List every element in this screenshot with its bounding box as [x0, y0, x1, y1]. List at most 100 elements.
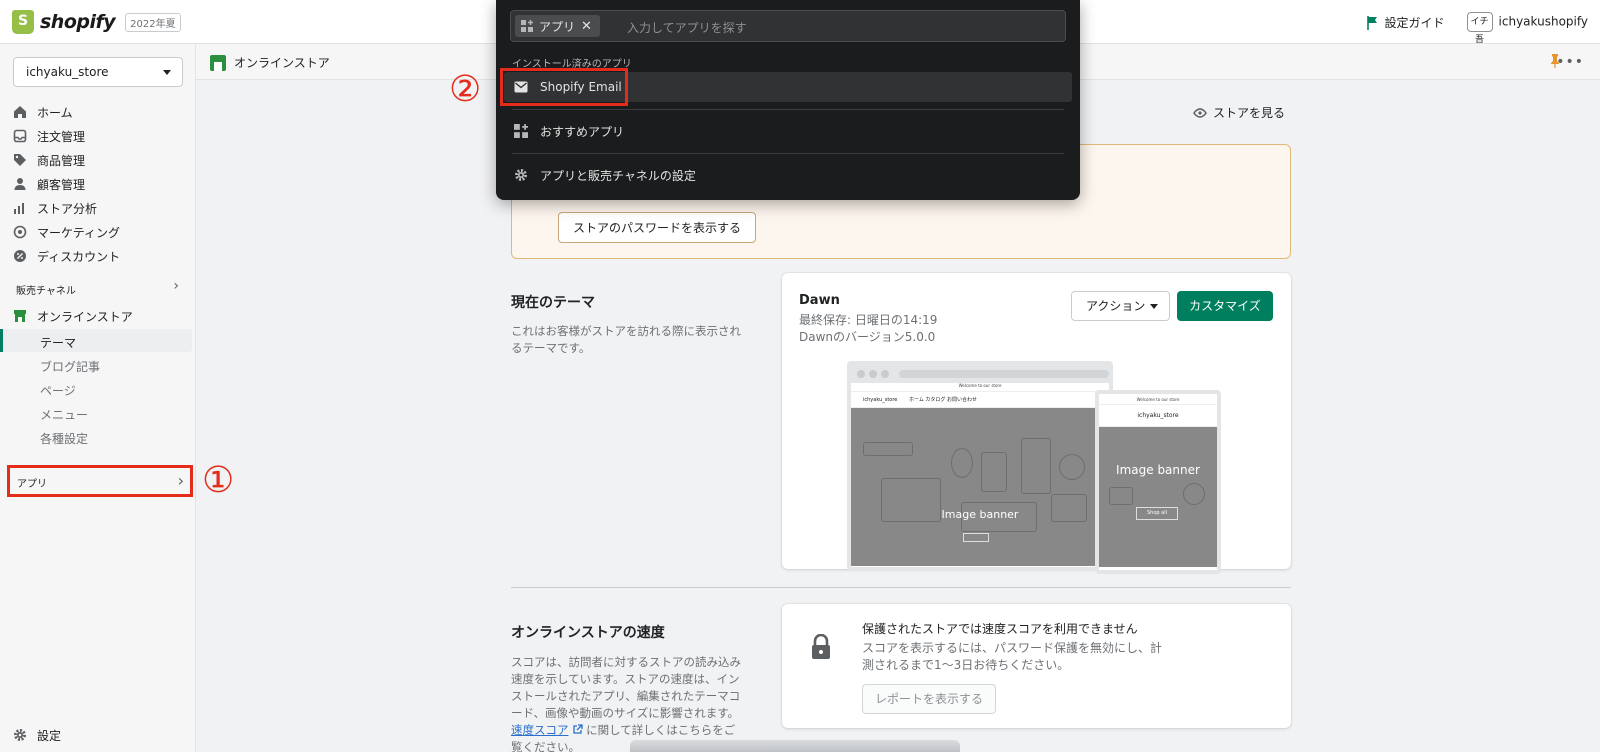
analytics-icon [14, 203, 24, 214]
nav-marketing[interactable]: マーケティング [13, 221, 120, 243]
setup-guide-label: 設定ガイド [1384, 15, 1445, 30]
shopify-logo[interactable]: shopify 2022年夏 [12, 10, 181, 34]
chevron-right-icon[interactable]: › [173, 278, 179, 294]
app-item-label: アプリと販売チャネルの設定 [540, 168, 696, 183]
nav-label: ホーム [37, 105, 73, 120]
store-selector[interactable]: ichyaku_store [13, 57, 183, 87]
preview-hero-image: Image banner [851, 408, 1109, 566]
external-link-icon [572, 724, 583, 734]
theme-card: Dawn 最終保存: 日曜日の14:19 Dawnのバージョン5.0.0 アクシ… [782, 273, 1291, 574]
username: ichyakushopify [1498, 14, 1588, 29]
preview-banner-button [963, 533, 989, 542]
speed-card: 保護されたストアでは速度スコアを利用できません スコアを表示するには、パスワード… [782, 604, 1291, 728]
nav-online-store[interactable]: オンラインストア [13, 305, 133, 327]
desktop-theme-preview: Welcome to our store ichyaku_store ホーム カ… [847, 361, 1113, 571]
more-icon[interactable]: ••• [1556, 54, 1584, 70]
sub-item-pages[interactable]: ページ [40, 382, 76, 399]
description-line: スコアを表示するには、パスワード保護を無効にし、計 [862, 641, 1163, 655]
sub-item-menu[interactable]: メニュー [40, 406, 88, 423]
shopify-bag-icon [12, 10, 34, 34]
apps-filter-chip[interactable]: アプリ ✕ [515, 15, 600, 37]
sub-item-settings[interactable]: 各種設定 [40, 430, 88, 447]
tag-icon [14, 154, 26, 166]
mobile-theme-preview: Welcome to our store ichyaku_store Image… [1095, 390, 1221, 574]
close-icon[interactable]: ✕ [581, 19, 592, 34]
setup-guide-link[interactable]: 設定ガイド [1366, 14, 1445, 31]
divider [512, 109, 1064, 110]
app-item-recommended[interactable]: おすすめアプリ [504, 116, 1072, 146]
mobile-store-name: ichyaku_store [1137, 412, 1179, 419]
sub-item-blog[interactable]: ブログ記事 [40, 358, 100, 375]
nav-label: オンラインストア [37, 309, 133, 324]
nav-analytics[interactable]: ストア分析 [13, 197, 97, 219]
eye-icon [1193, 107, 1207, 118]
nav-label: ストア分析 [37, 201, 98, 216]
preview-announcement: Welcome to our store [851, 383, 1109, 392]
speed-unavailable-title: 保護されたストアでは速度スコアを利用できません [862, 622, 1138, 636]
chip-label: アプリ [539, 19, 576, 34]
view-store-label: ストアを見る [1213, 106, 1286, 120]
theme-version: Dawnのバージョン5.0.0 [799, 330, 936, 344]
speed-unavailable-description: スコアを表示するには、パスワード保護を無効にし、計 測されるまで1〜3日お待ちく… [862, 640, 1162, 674]
sidebar-item-apps[interactable]: アプリ › [7, 465, 193, 497]
nav-label: マーケティング [37, 225, 121, 240]
view-store-button[interactable]: ストアを見る [1193, 104, 1285, 121]
nav-home[interactable]: ホーム [13, 101, 73, 123]
speed-section-description: スコアは、訪問者に対するストアの読み込み 速度を示しています。ストアの速度は、イ… [511, 654, 751, 752]
description-line: るテーマです。 [511, 341, 591, 355]
speed-section-title: オンラインストアの速度 [511, 625, 665, 641]
edition-badge: 2022年夏 [125, 12, 181, 32]
app-item-settings[interactable]: アプリと販売チャネルの設定 [504, 160, 1072, 190]
preview-banner-label: Image banner [941, 508, 1019, 521]
target-icon [13, 225, 27, 239]
gear-icon [14, 729, 26, 741]
action-dropdown-button[interactable]: アクション [1071, 291, 1170, 321]
preview-nav-links: ホーム カタログ お問い合わせ [908, 397, 978, 403]
account-menu[interactable]: イチ吾 ichyakushopify [1466, 12, 1588, 45]
description-line: 速度スコア に関して詳しくはこちらをご [511, 722, 751, 739]
nav-label: 設定 [37, 728, 62, 743]
preview-nav: ichyaku_store ホーム カタログ お問い合わせ [851, 392, 1109, 408]
mobile-hero-image: Image banner Shop all [1099, 427, 1217, 567]
active-item-indicator [0, 329, 3, 352]
step-2-highlight [500, 68, 628, 106]
store-icon [210, 54, 226, 71]
lock-icon [812, 634, 830, 659]
page-title: オンラインストア [234, 56, 330, 70]
divider [512, 153, 1064, 154]
nav-label: 注文管理 [37, 129, 86, 144]
nav-orders[interactable]: 注文管理 [13, 125, 85, 147]
gear-icon [515, 169, 527, 181]
avatar: イチ吾 [1466, 12, 1493, 45]
apps-icon [514, 124, 528, 138]
mobile-announcement: Welcome to our store [1099, 394, 1217, 405]
inbox-icon [13, 129, 27, 143]
app-search-input[interactable]: アプリ ✕ 入力してアプリを探す [510, 10, 1066, 42]
description-line: ード、画像や動画のサイズに影響されます。 [511, 706, 740, 720]
store-name: ichyaku_store [26, 65, 109, 79]
app-item-label: おすすめアプリ [540, 124, 625, 139]
browser-chrome [851, 365, 1109, 383]
nav-label: 商品管理 [37, 153, 86, 168]
flag-icon [1366, 16, 1377, 30]
sub-item-themes[interactable]: テーマ [40, 334, 76, 351]
mobile-nav: ichyaku_store [1099, 405, 1217, 427]
sales-channels-title: 販売チャネル [16, 286, 76, 297]
show-password-button[interactable]: ストアのパスワードを表示する [558, 212, 757, 243]
step-1-annotation: ① [202, 460, 235, 501]
scroll-shadow [630, 740, 960, 752]
nav-products[interactable]: 商品管理 [13, 149, 85, 171]
theme-name: Dawn [799, 293, 840, 308]
nav-settings[interactable]: 設定 [13, 724, 61, 746]
nav-customers[interactable]: 顧客管理 [13, 173, 85, 195]
person-icon [14, 178, 26, 190]
description-line: 測されるまで1〜3日お待ちください。 [862, 658, 1070, 672]
customize-button[interactable]: カスタマイズ [1177, 291, 1273, 321]
current-theme-description: これはお客様がストアを訪れる際に表示され るテーマです。 [511, 323, 751, 357]
action-label: アクション [1086, 299, 1146, 313]
speed-score-link[interactable]: 速度スコア [511, 723, 569, 737]
preview-store-name: ichyaku_store [863, 397, 898, 403]
description-line: ストールされたアプリ、編集されたテーマコ [511, 689, 741, 703]
view-report-button[interactable]: レポートを表示する [862, 684, 996, 714]
nav-discounts[interactable]: ディスカウント [13, 245, 120, 267]
